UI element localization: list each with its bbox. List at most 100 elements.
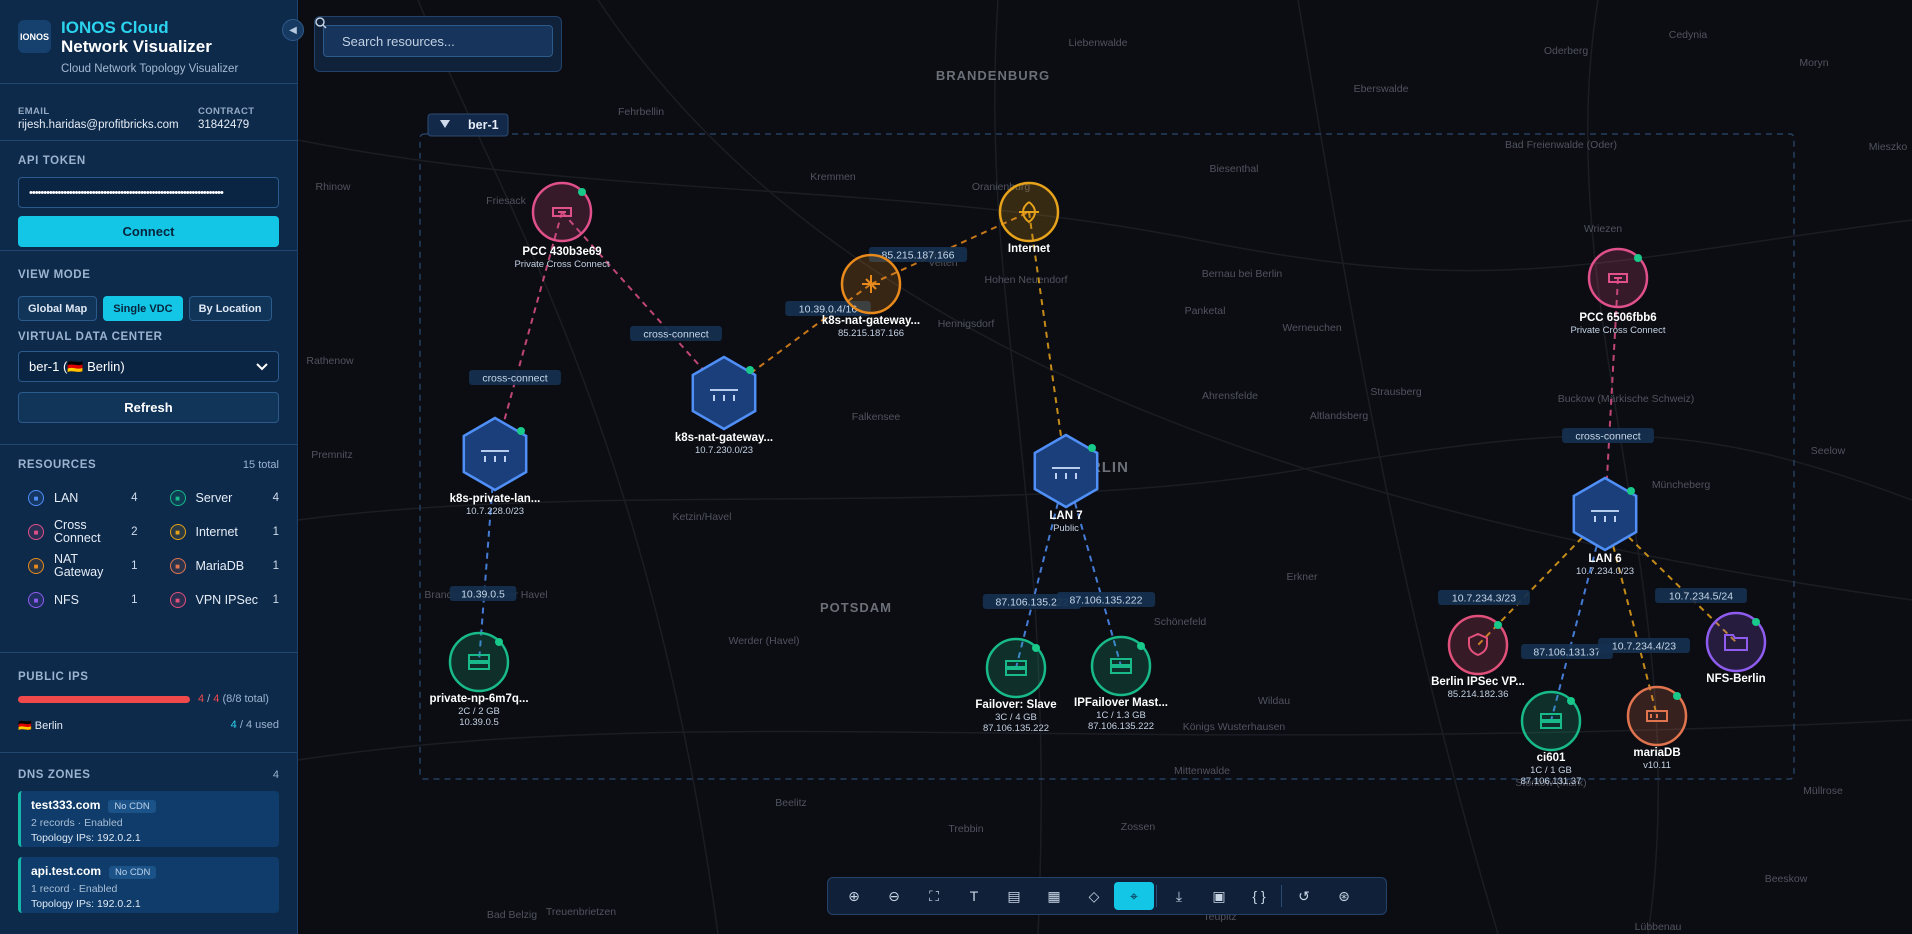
resource-item-nat-gateway[interactable]: ■ NAT Gateway 1 — [18, 549, 138, 583]
server-specs-button[interactable]: ▦ — [1034, 882, 1074, 910]
lan-icon: ■ — [28, 490, 44, 506]
location-pin-button[interactable]: ⌖ — [1114, 882, 1154, 910]
brand-name: IONOS Cloud — [61, 18, 169, 37]
reset-button[interactable]: ↺ — [1284, 882, 1324, 910]
zoom-out-button[interactable]: ⊖ — [874, 882, 914, 910]
cdn-badge: No CDN — [109, 866, 157, 879]
node-subtitle: 1C / 1.3 GB — [1096, 710, 1146, 721]
node-lan6[interactable]: LAN 610.7.234.0/23 — [1572, 476, 1638, 577]
resource-count: 1 — [272, 594, 279, 606]
status-dot — [1032, 644, 1040, 652]
resources-section: RESOURCES 15 total ■ LAN 4 ■ Server 4 ■ Cross C… — [0, 445, 297, 653]
topology-map[interactable]: BRANDENBURGPOTSDAMBERLINLiebenwaldeEbers… — [298, 0, 1912, 934]
server-icon: ■ — [169, 490, 186, 506]
edge-label: cross-connect — [482, 373, 547, 385]
node-vpn[interactable]: Berlin IPSec VP...85.214.182.36 — [1431, 614, 1525, 700]
lan-hexagon — [1033, 433, 1099, 509]
globe-button[interactable]: ⊛ — [1324, 882, 1364, 910]
place-label: Falkensee — [852, 411, 901, 423]
connect-button[interactable]: Connect — [18, 216, 279, 247]
refresh-button[interactable]: Refresh — [18, 392, 279, 423]
dns-zones-section: DNS ZONES 4 test333.com No CDN 2 records … — [0, 753, 297, 913]
node-name: mariaDB — [1633, 747, 1680, 759]
mode-single-vdc[interactable]: Single VDC — [103, 296, 183, 321]
ip-label-button[interactable]: ▤ — [994, 882, 1034, 910]
node-pcc1[interactable]: PCC 430b3e69Private Cross Connect — [514, 181, 610, 270]
globe-icon: ■ — [169, 524, 186, 540]
node-ip: 87.106.135.222 — [1088, 721, 1154, 732]
mode-by-location[interactable]: By Location — [188, 296, 272, 321]
place-label: Werder (Havel) — [729, 635, 800, 647]
node-name: Internet — [1008, 243, 1050, 255]
node-name: ci601 — [1537, 752, 1566, 764]
dns-zones-label: DNS ZONES — [18, 769, 91, 781]
place-label: Mieszko — [1869, 141, 1908, 153]
resource-count: 4 — [131, 492, 138, 504]
node-subtitle: Private Cross Connect — [1570, 325, 1665, 336]
place-label: Bernau bei Berlin — [1202, 268, 1283, 280]
resource-item-mariadb[interactable]: ■ MariaDB 1 — [160, 549, 279, 583]
dns-zone-card[interactable]: api.test.com No CDN 1 record · Enabled To… — [18, 857, 279, 913]
email-label: EMAIL — [18, 106, 50, 117]
resource-item-lan[interactable]: ■ LAN 4 — [18, 481, 138, 515]
node-name: k8s-private-lan... — [450, 493, 541, 505]
zoom-out-icon: ⊖ — [888, 887, 900, 904]
node-lanpriv[interactable]: k8s-private-lan...10.7.228.0/23 — [450, 416, 541, 517]
export-image-button[interactable]: ▣ — [1199, 882, 1239, 910]
json-button[interactable]: { } — [1239, 882, 1279, 910]
resource-item-nfs[interactable]: ■ NFS 1 — [18, 583, 138, 617]
resources-total: 15 total — [242, 459, 279, 471]
node-maria[interactable]: mariaDBv10.11 — [1626, 685, 1688, 771]
collapse-sidebar-button[interactable]: ◀ — [282, 19, 304, 41]
public-ips-count: 4 / 4 (8/8 total) — [198, 693, 269, 705]
resource-item-server[interactable]: ■ Server 4 — [160, 481, 279, 515]
edge-pcc1-lannat[interactable] — [561, 211, 725, 394]
mode-global-map[interactable]: Global Map — [18, 296, 98, 321]
search-input[interactable]: Search resources... — [315, 17, 553, 57]
node-ci[interactable]: ci6011C / 1 GB87.106.131.37 — [1521, 690, 1582, 787]
public-ips-location-row: 🇩🇪 Berlin 4 / 4 used — [18, 719, 279, 732]
fit-view-button[interactable]: ⛶ — [914, 882, 954, 910]
topology-canvas[interactable]: BRANDENBURGPOTSDAMBERLINLiebenwaldeEbers… — [298, 0, 1912, 934]
node-name: PCC 430b3e69 — [522, 246, 601, 258]
resource-name: VPN IPSec — [195, 592, 259, 607]
edge-label: 10.7.234.4/23 — [1612, 641, 1676, 653]
shield-icon: ◇ — [1088, 887, 1100, 904]
api-token-input[interactable]: ••••••••••••••••••••••••••••••••••••••••… — [18, 177, 279, 208]
node-subtitle: 10.7.228.0/23 — [466, 506, 524, 517]
place-label: Wildau — [1258, 695, 1290, 707]
resource-item-internet[interactable]: ■ Internet 1 — [160, 515, 279, 549]
node-master[interactable]: IPFailover Mast...1C / 1.3 GB87.106.135.… — [1074, 635, 1168, 732]
node-pcc2[interactable]: PCC 6506fbb6Private Cross Connect — [1570, 247, 1666, 336]
resource-count: 1 — [272, 560, 279, 572]
node-lan7[interactable]: LAN 7Public — [1033, 433, 1099, 534]
node-name: LAN 6 — [1588, 553, 1621, 565]
vdc-select[interactable]: ber-1 (🇩🇪 Berlin) — [18, 351, 279, 382]
download-button[interactable]: ⤓ — [1159, 882, 1199, 910]
node-slave[interactable]: Failover: Slave3C / 4 GB87.106.135.222 — [975, 637, 1057, 734]
node-inet[interactable]: Internet — [998, 181, 1060, 255]
zoom-in-button[interactable]: ⊕ — [834, 882, 874, 910]
place-label: Schönefeld — [1154, 616, 1207, 628]
public-ips-label: PUBLIC IPS — [18, 671, 89, 683]
resource-item-vpn-ipsec[interactable]: ■ VPN IPSec 1 — [160, 583, 279, 617]
lan-hexagon — [462, 416, 528, 492]
dns-zone-card[interactable]: test333.com No CDN 2 records · Enabled To… — [18, 791, 279, 847]
resource-count: 2 — [131, 526, 138, 538]
status-dot — [495, 638, 503, 646]
text-label-button[interactable]: T — [954, 882, 994, 910]
place-label: Hennigsdorf — [938, 318, 995, 330]
shield-button[interactable]: ◇ — [1074, 882, 1114, 910]
node-nfs[interactable]: NFS-Berlin — [1705, 611, 1767, 685]
status-dot — [1137, 642, 1145, 650]
brand-header: IONOS IONOS Cloud Network Visualizer Clo… — [0, 0, 297, 84]
node-lannat[interactable]: k8s-nat-gateway...10.7.230.0/23 — [675, 355, 773, 456]
node-np[interactable]: private-np-6m7q...2C / 2 GB10.39.0.5 — [429, 631, 529, 728]
resource-item-cross-connect[interactable]: ■ Cross Connect 2 — [18, 515, 138, 549]
edge-label: 87.106.135.222 — [1070, 595, 1143, 607]
place-label: POTSDAM — [820, 600, 892, 615]
contract-value: 31842479 — [198, 119, 250, 131]
zoom-in-icon: ⊕ — [848, 887, 860, 904]
export-image-icon: ▣ — [1212, 887, 1226, 904]
place-label: Beelitz — [775, 797, 807, 809]
